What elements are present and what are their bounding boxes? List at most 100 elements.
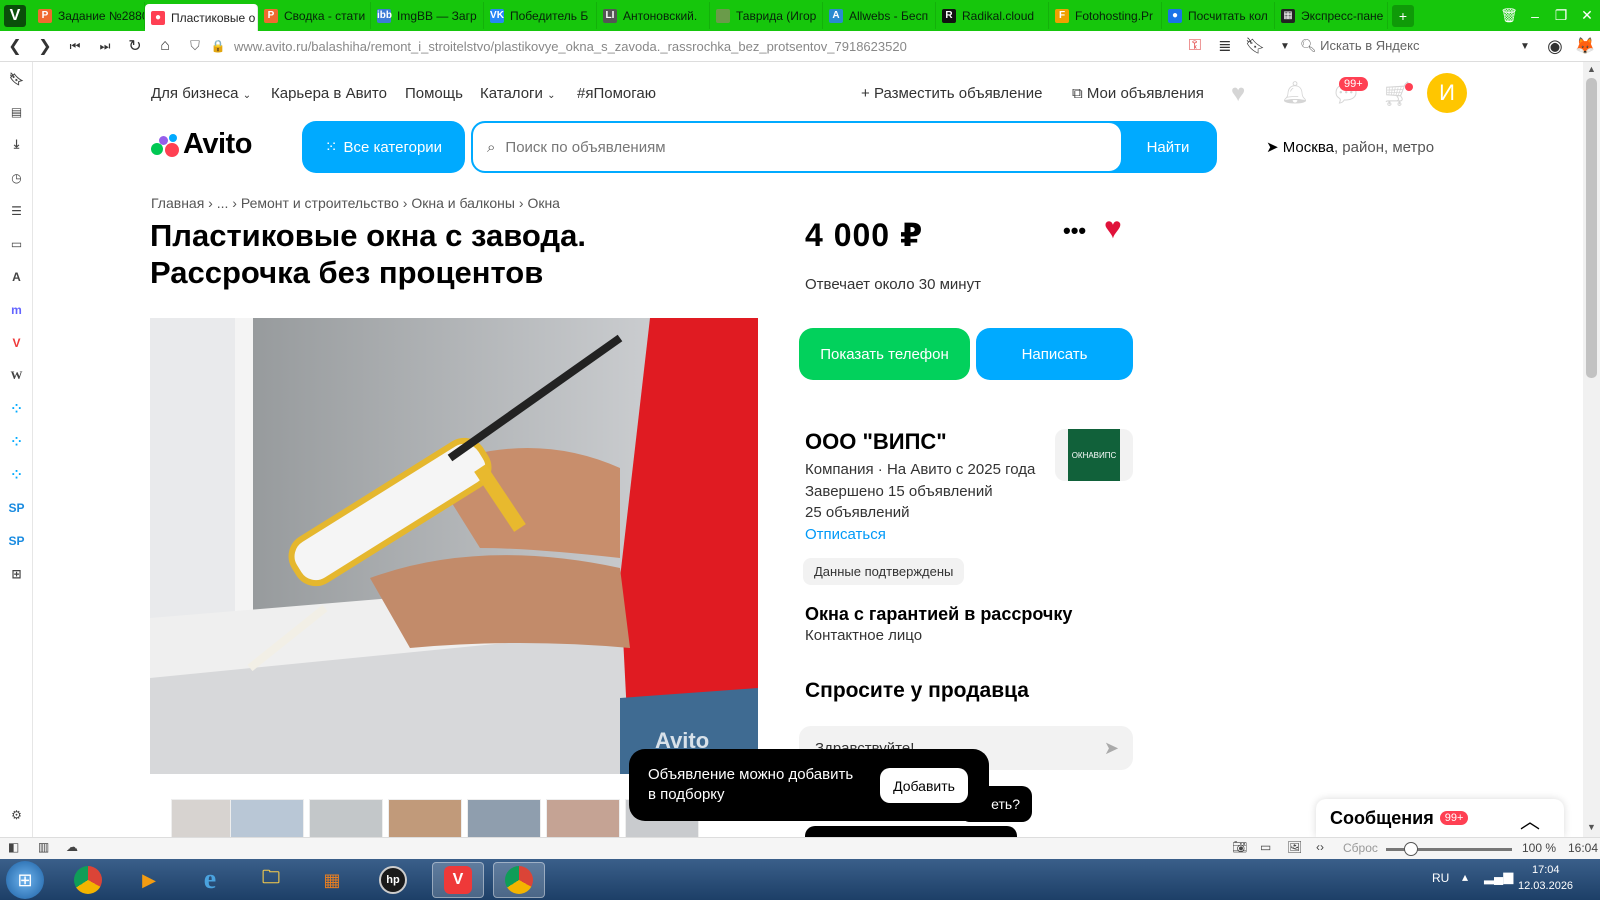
breadcrumb-home[interactable]: Главная bbox=[151, 195, 204, 211]
avito-panel-icon-2[interactable]: ⁘ bbox=[0, 425, 33, 458]
location-selector[interactable]: ➤ Москва, район, метро bbox=[1266, 138, 1434, 156]
zoom-level[interactable]: 100 % bbox=[1522, 841, 1556, 855]
all-categories-button[interactable]: ⁙ Все категории bbox=[302, 121, 465, 173]
start-button[interactable]: ⊞ bbox=[6, 861, 44, 899]
yandex-search-field[interactable]: 🔍︎ Искать в Яндекс bbox=[1300, 38, 1510, 54]
vivaldi-logo-icon[interactable]: V bbox=[4, 4, 26, 27]
browser-tab[interactable]: Таврида (Игор bbox=[710, 2, 823, 29]
home-button[interactable]: ⌂ bbox=[150, 37, 180, 55]
notifications-bell-icon[interactable]: 🔔︎ bbox=[1281, 80, 1309, 106]
tray-flag-icon[interactable]: ▴ bbox=[1462, 870, 1468, 884]
scrollbar[interactable]: ▲ ▼ bbox=[1583, 62, 1600, 837]
network-signal-icon[interactable]: ▂▄▆ bbox=[1484, 869, 1513, 885]
browser-tab[interactable]: VK Победитель Б bbox=[484, 2, 597, 29]
taskbar-date[interactable]: 12.03.2026 bbox=[1518, 880, 1573, 892]
key-icon[interactable]: ⚿ bbox=[1180, 37, 1210, 55]
favorite-heart-icon[interactable]: ♥ bbox=[1104, 212, 1122, 246]
breadcrumb-repair[interactable]: Ремонт и строительство bbox=[241, 195, 399, 211]
breadcrumb-windows[interactable]: Окна bbox=[527, 195, 560, 211]
add-button[interactable]: Добавить bbox=[880, 768, 968, 803]
header-link-catalogs[interactable]: Каталоги ⌄ bbox=[480, 85, 555, 102]
reader-view-icon[interactable]: ≣ bbox=[1210, 36, 1240, 56]
thumbnail[interactable] bbox=[230, 799, 304, 839]
unsubscribe-link[interactable]: Отписаться bbox=[805, 526, 886, 543]
breadcrumb-windows-balconies[interactable]: Окна и балконы bbox=[411, 195, 515, 211]
scroll-up-arrow-icon[interactable]: ▲ bbox=[1587, 64, 1596, 74]
dropdown-arrow-icon[interactable]: ▼ bbox=[1270, 41, 1300, 52]
translate-icon[interactable]: A bbox=[0, 260, 33, 293]
extension-fox-icon[interactable]: 🦊 bbox=[1570, 36, 1600, 56]
mastodon-icon[interactable]: m bbox=[0, 293, 33, 326]
avito-logo-text[interactable]: Avito bbox=[183, 128, 252, 161]
sp-panel-icon-1[interactable]: SP bbox=[0, 491, 33, 524]
back-button[interactable]: ❮ bbox=[0, 36, 30, 56]
send-arrow-icon[interactable]: ➤ bbox=[1104, 738, 1119, 759]
scroll-down-arrow-icon[interactable]: ▼ bbox=[1587, 822, 1596, 832]
browser-tab[interactable]: P Сводка - стати bbox=[258, 2, 371, 29]
browser-tab[interactable]: P Задание №2880 bbox=[32, 2, 145, 29]
zoom-reset-label[interactable]: Сброс bbox=[1343, 841, 1378, 855]
language-indicator[interactable]: RU bbox=[1432, 871, 1449, 885]
zoom-slider-knob[interactable] bbox=[1404, 842, 1419, 856]
browser-tab[interactable]: ▦ Экспресс-пане bbox=[1275, 2, 1388, 29]
search-engine-dropdown-icon[interactable]: ▼ bbox=[1510, 41, 1540, 52]
tab-tiling-icon[interactable]: ▥ bbox=[38, 840, 49, 854]
more-options-icon[interactable]: ••• bbox=[1063, 218, 1086, 244]
bookmark-icon[interactable]: 🔖︎ bbox=[1240, 36, 1270, 56]
header-link-business[interactable]: Для бизнеса ⌄ bbox=[151, 85, 251, 102]
minimize-button[interactable]: – bbox=[1522, 8, 1548, 24]
browser-tab[interactable]: R Radikal.cloud bbox=[936, 2, 1049, 29]
vivaldi-panel-icon[interactable]: V bbox=[0, 326, 33, 359]
thumbnail[interactable] bbox=[467, 799, 541, 839]
notes-icon[interactable]: ☰ bbox=[0, 194, 33, 227]
search-input[interactable]: ⌕ Поиск по объявлениям bbox=[473, 123, 1121, 171]
trash-icon[interactable]: 🗑 bbox=[1496, 7, 1522, 24]
window-panel-icon[interactable]: ▭ bbox=[0, 227, 33, 260]
window-icon[interactable]: ▭ bbox=[1260, 840, 1271, 854]
capture-icon[interactable]: 📷︎ bbox=[1232, 840, 1247, 854]
header-link-help[interactable]: Помощь bbox=[405, 85, 463, 102]
my-ads-link[interactable]: ⧉ Мои объявления bbox=[1072, 85, 1204, 102]
show-phone-button[interactable]: Показать телефон bbox=[799, 328, 970, 380]
seller-ads-count[interactable]: 25 объявлений bbox=[805, 504, 910, 521]
browser-tab[interactable]: LI Антоновский. bbox=[597, 2, 710, 29]
thumbnail[interactable] bbox=[546, 799, 620, 839]
explorer-taskbar-icon[interactable]: 🗀 bbox=[245, 862, 297, 898]
shop-name[interactable]: Окна с гарантией в рассрочку bbox=[805, 604, 1072, 625]
messages-panel[interactable]: Сообщения 99+ ︿ bbox=[1316, 799, 1564, 837]
seller-logo[interactable]: ОКНАВИПС bbox=[1055, 429, 1133, 481]
shield-icon[interactable]: ⛉ bbox=[180, 38, 210, 54]
hp-taskbar-icon[interactable]: hp bbox=[367, 862, 419, 898]
zoom-slider[interactable] bbox=[1386, 842, 1512, 856]
close-window-button[interactable]: ✕ bbox=[1574, 7, 1600, 24]
reload-button[interactable]: ↻ bbox=[120, 36, 150, 56]
avito-panel-icon-3[interactable]: ⁘ bbox=[0, 458, 33, 491]
vivaldi-taskbar-icon[interactable]: V bbox=[432, 862, 484, 898]
image-icon[interactable]: 🖼︎ bbox=[1287, 840, 1302, 854]
write-message-button[interactable]: Написать bbox=[976, 328, 1133, 380]
rewind-button[interactable]: ⏮ bbox=[60, 39, 90, 54]
profile-icon[interactable]: ◉ bbox=[1540, 36, 1570, 57]
taskbar-time[interactable]: 17:04 bbox=[1532, 864, 1560, 876]
avito-panel-icon-1[interactable]: ⁘ bbox=[0, 392, 33, 425]
fast-forward-button[interactable]: ⏭ bbox=[90, 39, 120, 54]
avatar[interactable]: И bbox=[1427, 73, 1467, 113]
search-button[interactable]: Найти bbox=[1121, 123, 1215, 171]
bookmarks-panel-icon[interactable]: 🔖︎ bbox=[0, 62, 33, 95]
scrollbar-thumb[interactable] bbox=[1586, 78, 1597, 378]
breadcrumb-ellipsis[interactable]: ... bbox=[217, 195, 229, 211]
internet-explorer-taskbar-icon[interactable]: e bbox=[184, 862, 236, 898]
sync-cloud-icon[interactable]: ☁ bbox=[66, 840, 78, 854]
listing-main-photo[interactable]: Avito bbox=[150, 318, 758, 774]
seller-name[interactable]: ООО "ВИПС" bbox=[805, 429, 947, 455]
new-tab-button[interactable]: + bbox=[1392, 4, 1414, 27]
maximize-button[interactable]: ❐ bbox=[1548, 7, 1574, 24]
code-icon[interactable]: ‹› bbox=[1316, 840, 1324, 854]
add-panel-icon[interactable]: ⊞ bbox=[0, 557, 33, 590]
sp-panel-icon-2[interactable]: SP bbox=[0, 524, 33, 557]
downloads-icon[interactable]: ⤓ bbox=[0, 128, 33, 161]
reading-list-icon[interactable]: ▤ bbox=[0, 95, 33, 128]
favorites-heart-icon[interactable]: ♥ bbox=[1231, 80, 1245, 108]
media-player-taskbar-icon[interactable]: ▶ bbox=[123, 862, 175, 898]
chevron-up-icon[interactable]: ︿ bbox=[1520, 805, 1540, 834]
